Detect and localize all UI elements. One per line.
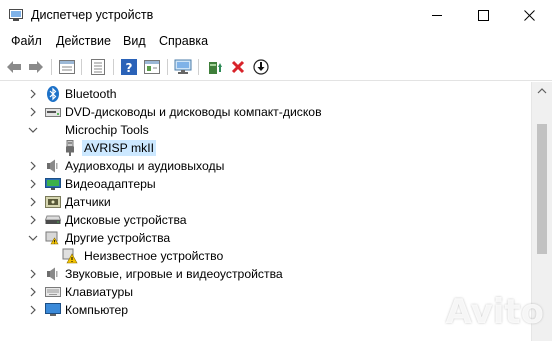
expand-chevron-icon[interactable] — [28, 305, 38, 315]
list-view-icon — [91, 59, 105, 75]
help-icon: ? — [121, 59, 137, 75]
tree-item-label: Дисковые устройства — [65, 213, 187, 227]
speaker-icon — [45, 266, 61, 282]
tree-item-label: Другие устройства — [65, 231, 171, 245]
title-bar: Диспетчер устройств — [0, 0, 552, 31]
tree-item-keyboards[interactable]: Клавиатуры — [0, 283, 531, 301]
back-arrow-icon — [7, 61, 21, 73]
tree-item-microchip-tools[interactable]: Microchip Tools — [0, 121, 531, 139]
maximize-icon — [477, 10, 489, 21]
expand-chevron-icon[interactable] — [28, 269, 38, 279]
tree-item-audio-io[interactable]: Аудиовходы и аудиовыходы — [0, 157, 531, 175]
forward-arrow-icon — [29, 61, 43, 73]
window-title: Диспетчер устройств — [31, 8, 154, 22]
help-button[interactable]: ? — [119, 57, 139, 77]
tree-item-label: Microchip Tools — [65, 123, 149, 137]
properties-button[interactable] — [57, 57, 77, 77]
speaker-icon — [45, 158, 61, 174]
scan-hardware-button[interactable] — [173, 57, 193, 77]
menu-file-label: Файл — [11, 34, 42, 48]
tree-item-display-adapters[interactable]: Видеоадаптеры — [0, 175, 531, 193]
svg-text:?: ? — [126, 61, 133, 75]
sensor-icon — [45, 194, 61, 210]
toolbar-separator — [198, 59, 199, 75]
toolbar-separator — [51, 59, 52, 75]
expand-chevron-icon[interactable] — [28, 89, 38, 99]
action-view-icon — [144, 60, 160, 74]
minimize-icon — [431, 15, 442, 16]
expand-chevron-icon[interactable] — [28, 215, 38, 225]
tree-item-label: Клавиатуры — [65, 285, 133, 299]
tree-item-label: Bluetooth — [65, 87, 117, 101]
device-tree[interactable]: Bluetooth DVD-дисководы и дисководы комп… — [0, 82, 531, 341]
minimize-button[interactable] — [414, 0, 460, 31]
menu-file[interactable]: Файл — [11, 34, 42, 48]
back-button[interactable] — [4, 57, 24, 77]
collapse-chevron-icon[interactable] — [28, 125, 38, 135]
scan-hardware-monitor-icon — [174, 59, 192, 74]
expand-chevron-icon[interactable] — [28, 161, 38, 171]
tree-item-unknown-device[interactable]: Неизвестное устройство — [0, 247, 531, 265]
close-icon — [523, 10, 535, 21]
tree-item-other-devices[interactable]: Другие устройства — [0, 229, 531, 247]
vertical-scrollbar[interactable] — [531, 82, 552, 341]
menu-action[interactable]: Действие — [56, 34, 111, 48]
tree-item-label: Видеоадаптеры — [65, 177, 156, 191]
device-manager-app-icon — [9, 9, 23, 21]
tree-item-sound-devices[interactable]: Звуковые, игровые и видеоустройства — [0, 265, 531, 283]
scrollbar-thumb[interactable] — [537, 124, 547, 254]
tree-item-label: AVRISP mkII — [82, 140, 156, 156]
menu-bar: Файл Действие Вид Справка — [0, 31, 552, 53]
expand-chevron-icon[interactable] — [28, 107, 38, 117]
download-arrow-icon — [253, 59, 269, 75]
tree-item-dvd[interactable]: DVD-дисководы и дисководы компакт-дисков — [0, 103, 531, 121]
bluetooth-icon — [45, 86, 61, 102]
update-driver-button[interactable] — [205, 57, 225, 77]
tree-item-label: Компьютер — [65, 303, 129, 317]
warning-device-icon — [62, 248, 78, 264]
menu-help[interactable]: Справка — [159, 34, 208, 48]
tree-item-label: Звуковые, игровые и видеоустройства — [65, 267, 283, 281]
keyboard-icon — [45, 284, 61, 300]
toolbar: ? — [0, 53, 552, 81]
display-adapter-icon — [45, 176, 61, 192]
close-button[interactable] — [506, 0, 552, 31]
uninstall-button[interactable] — [228, 57, 248, 77]
tree-item-bluetooth[interactable]: Bluetooth — [0, 85, 531, 103]
computer-icon — [45, 302, 61, 318]
tree-item-label: Аудиовходы и аудиовыходы — [65, 159, 225, 173]
maximize-button[interactable] — [460, 0, 506, 31]
tree-item-sensors[interactable]: Датчики — [0, 193, 531, 211]
disk-drive-icon — [45, 212, 61, 228]
dvd-drive-icon — [45, 104, 61, 120]
scroll-up-arrow-icon[interactable] — [537, 88, 547, 94]
tree-item-label: DVD-дисководы и дисководы компакт-дисков — [65, 105, 322, 119]
download-button[interactable] — [251, 57, 271, 77]
tree-item-avrisp-mkii[interactable]: AVRISP mkII — [0, 139, 531, 157]
update-driver-icon — [209, 62, 222, 74]
uninstall-x-icon — [231, 60, 245, 74]
expand-chevron-icon[interactable] — [28, 179, 38, 189]
collapse-chevron-icon[interactable] — [28, 233, 38, 243]
menu-view[interactable]: Вид — [123, 34, 146, 48]
usb-plug-icon — [62, 140, 78, 156]
expand-chevron-icon[interactable] — [28, 197, 38, 207]
tree-item-label: Датчики — [65, 195, 111, 209]
menu-action-label: Действие — [56, 34, 111, 48]
forward-button[interactable] — [26, 57, 46, 77]
tree-item-computer[interactable]: Компьютер — [0, 301, 531, 319]
action-view-button[interactable] — [142, 57, 162, 77]
menu-view-label: Вид — [123, 34, 146, 48]
toolbar-separator — [113, 59, 114, 75]
unknown-device-icon — [45, 230, 61, 246]
tree-item-disk-drives[interactable]: Дисковые устройства — [0, 211, 531, 229]
list-view-button[interactable] — [88, 57, 108, 77]
expand-chevron-icon[interactable] — [28, 287, 38, 297]
tree-item-label: Неизвестное устройство — [84, 249, 224, 263]
toolbar-separator — [81, 59, 82, 75]
menu-help-label: Справка — [159, 34, 209, 48]
properties-icon — [59, 60, 75, 74]
toolbar-separator — [167, 59, 168, 75]
